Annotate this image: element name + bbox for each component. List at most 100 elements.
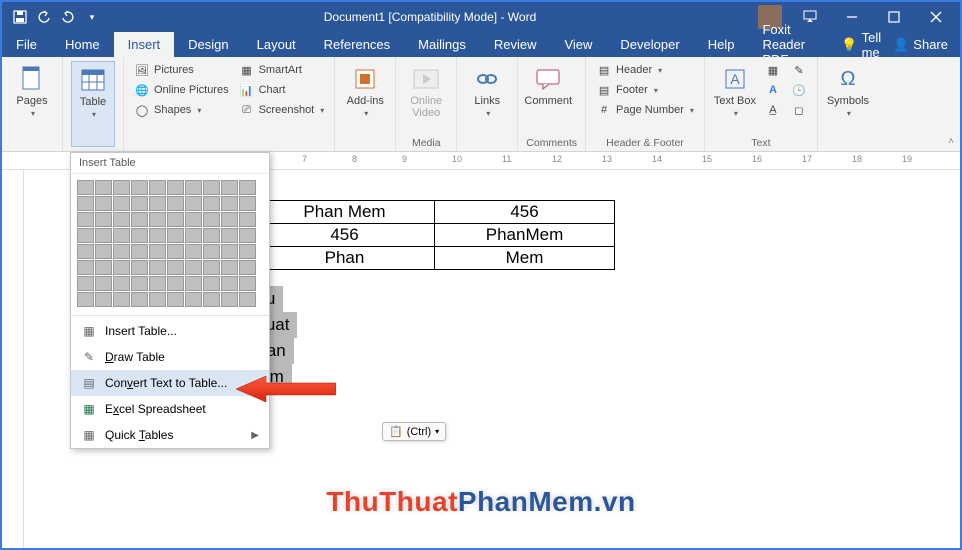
- grid-cell[interactable]: [95, 244, 112, 259]
- tell-me-button[interactable]: 💡Tell me: [841, 30, 881, 60]
- addins-button[interactable]: Add-ins: [343, 61, 387, 147]
- grid-cell[interactable]: [95, 180, 112, 195]
- grid-cell[interactable]: [203, 228, 220, 243]
- grid-cell[interactable]: [185, 180, 202, 195]
- paste-options-button[interactable]: 📋 (Ctrl) ▾: [382, 422, 446, 441]
- grid-cell[interactable]: [95, 196, 112, 211]
- grid-cell[interactable]: [95, 228, 112, 243]
- grid-cell[interactable]: [203, 292, 220, 307]
- online-video-button[interactable]: Online Video: [404, 61, 448, 135]
- grid-cell[interactable]: [239, 260, 256, 275]
- grid-cell[interactable]: [131, 228, 148, 243]
- tab-review[interactable]: Review: [480, 32, 551, 57]
- grid-cell[interactable]: [131, 260, 148, 275]
- maximize-button[interactable]: [874, 3, 914, 31]
- quick-parts-button[interactable]: ▦: [763, 61, 783, 79]
- links-button[interactable]: Links: [465, 61, 509, 147]
- grid-cell[interactable]: [149, 212, 166, 227]
- qat-customize-button[interactable]: ▾: [82, 7, 102, 27]
- share-button[interactable]: 👤Share: [893, 37, 948, 53]
- grid-cell[interactable]: [185, 276, 202, 291]
- shapes-button[interactable]: ◯Shapes: [132, 101, 231, 119]
- grid-cell[interactable]: [167, 276, 184, 291]
- grid-cell[interactable]: [131, 212, 148, 227]
- tab-help[interactable]: Help: [694, 32, 749, 57]
- comment-button[interactable]: Comment: [526, 61, 570, 135]
- grid-cell[interactable]: [149, 260, 166, 275]
- undo-button[interactable]: [34, 7, 54, 27]
- grid-cell[interactable]: [167, 212, 184, 227]
- grid-cell[interactable]: [221, 292, 238, 307]
- tab-insert[interactable]: Insert: [114, 32, 175, 57]
- grid-cell[interactable]: [77, 180, 94, 195]
- grid-cell[interactable]: [149, 292, 166, 307]
- grid-cell[interactable]: [77, 276, 94, 291]
- grid-cell[interactable]: [95, 260, 112, 275]
- grid-cell[interactable]: [239, 196, 256, 211]
- grid-cell[interactable]: [149, 276, 166, 291]
- grid-cell[interactable]: [167, 180, 184, 195]
- signature-button[interactable]: ✎: [789, 61, 809, 79]
- redo-button[interactable]: [58, 7, 78, 27]
- grid-cell[interactable]: [239, 228, 256, 243]
- grid-cell[interactable]: [131, 180, 148, 195]
- grid-cell[interactable]: [77, 244, 94, 259]
- grid-cell[interactable]: [239, 212, 256, 227]
- grid-cell[interactable]: [239, 276, 256, 291]
- grid-cell[interactable]: [167, 292, 184, 307]
- tab-home[interactable]: Home: [51, 32, 114, 57]
- tab-developer[interactable]: Developer: [606, 32, 693, 57]
- chart-button[interactable]: 📊Chart: [237, 81, 327, 99]
- grid-cell[interactable]: [77, 196, 94, 211]
- grid-cell[interactable]: [77, 212, 94, 227]
- footer-button[interactable]: ▤Footer: [594, 81, 696, 99]
- tab-layout[interactable]: Layout: [243, 32, 310, 57]
- grid-cell[interactable]: [167, 260, 184, 275]
- grid-cell[interactable]: [185, 260, 202, 275]
- grid-cell[interactable]: [131, 292, 148, 307]
- grid-cell[interactable]: [77, 292, 94, 307]
- grid-cell[interactable]: [239, 292, 256, 307]
- pages-button[interactable]: Pages: [10, 61, 54, 147]
- grid-cell[interactable]: [77, 260, 94, 275]
- grid-cell[interactable]: [221, 228, 238, 243]
- insert-table-item[interactable]: ▦Insert Table...: [71, 318, 269, 344]
- dropcap-button[interactable]: A̲: [763, 101, 783, 119]
- grid-cell[interactable]: [95, 276, 112, 291]
- grid-cell[interactable]: [113, 292, 130, 307]
- tab-view[interactable]: View: [550, 32, 606, 57]
- grid-cell[interactable]: [167, 196, 184, 211]
- grid-cell[interactable]: [221, 212, 238, 227]
- grid-cell[interactable]: [131, 196, 148, 211]
- online-pictures-button[interactable]: 🌐Online Pictures: [132, 81, 231, 99]
- grid-cell[interactable]: [221, 180, 238, 195]
- grid-cell[interactable]: [149, 244, 166, 259]
- grid-cell[interactable]: [77, 228, 94, 243]
- grid-cell[interactable]: [239, 180, 256, 195]
- grid-cell[interactable]: [203, 196, 220, 211]
- grid-cell[interactable]: [203, 276, 220, 291]
- grid-cell[interactable]: [167, 228, 184, 243]
- textbox-button[interactable]: AText Box: [713, 61, 757, 135]
- quick-tables-item[interactable]: ▦Quick Tables▶: [71, 422, 269, 448]
- grid-cell[interactable]: [221, 276, 238, 291]
- draw-table-item[interactable]: ✎Draw Table: [71, 344, 269, 370]
- grid-cell[interactable]: [203, 244, 220, 259]
- pictures-button[interactable]: 🖼Pictures: [132, 61, 231, 79]
- datetime-button[interactable]: 🕒: [789, 81, 809, 99]
- grid-cell[interactable]: [221, 244, 238, 259]
- grid-cell[interactable]: [131, 276, 148, 291]
- grid-cell[interactable]: [95, 212, 112, 227]
- tab-file[interactable]: File: [2, 32, 51, 57]
- grid-cell[interactable]: [149, 196, 166, 211]
- grid-cell[interactable]: [113, 276, 130, 291]
- grid-cell[interactable]: [185, 196, 202, 211]
- tab-references[interactable]: References: [310, 32, 404, 57]
- screenshot-button[interactable]: ⎚Screenshot: [237, 101, 327, 119]
- grid-cell[interactable]: [113, 244, 130, 259]
- object-button[interactable]: ◻: [789, 101, 809, 119]
- grid-cell[interactable]: [167, 244, 184, 259]
- grid-cell[interactable]: [185, 212, 202, 227]
- close-button[interactable]: [916, 3, 956, 31]
- symbols-button[interactable]: ΩSymbols: [826, 61, 870, 147]
